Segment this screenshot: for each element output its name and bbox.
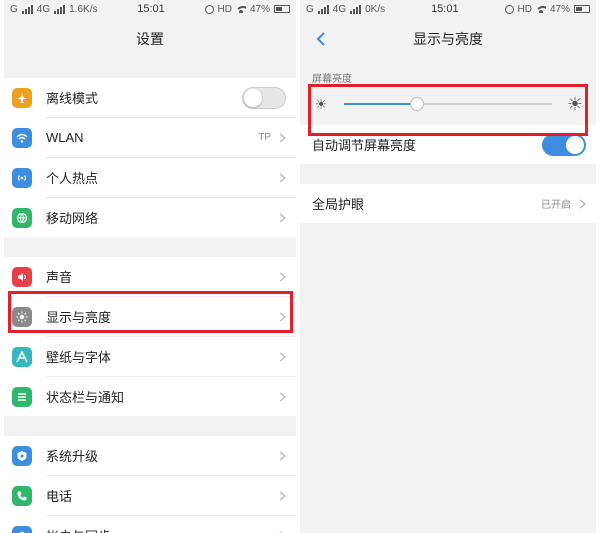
battery-icon	[273, 5, 290, 13]
settings-item-label: WLAN	[46, 130, 84, 145]
brightness-slider[interactable]	[344, 94, 552, 114]
settings-item-label: 移动网络	[46, 211, 99, 226]
account-icon	[12, 525, 32, 533]
settings-group: 声音显示与亮度壁纸与字体状态栏与通知	[4, 257, 296, 416]
phone-icon	[12, 485, 32, 506]
settings-group: 离线模式 WLAN TP 个人热点移动网络	[4, 78, 296, 237]
settings-item-label: 电话	[46, 489, 73, 504]
settings-item[interactable]: 系统升级	[4, 436, 296, 475]
hd-indicator: HD	[217, 3, 232, 15]
hd-indicator: HD	[517, 3, 532, 15]
update-icon	[12, 445, 32, 466]
settings-item[interactable]: 壁纸与字体	[4, 337, 296, 376]
signal-icon	[21, 4, 33, 14]
settings-screen: G 4G 1.6K/s 15:01 HD 47% 设置 离线模式 WLAN TP 个人…	[4, 0, 296, 533]
chevron-right-icon	[279, 351, 286, 362]
chevron-right-icon	[279, 172, 286, 183]
settings-item-label: 帐户与同步	[46, 526, 279, 533]
settings-item[interactable]: 移动网络	[4, 198, 296, 237]
chevron-right-icon	[579, 198, 586, 209]
chevron-right-icon	[279, 391, 286, 402]
wifi-icon	[12, 127, 32, 148]
status-bar: G 4G 1.6K/s 15:01 HD 47%	[4, 0, 296, 18]
airplane-mode-toggle[interactable]	[242, 86, 286, 109]
speaker-icon	[12, 266, 32, 287]
wifi-status-icon	[535, 5, 546, 13]
sun-large-icon: ☀	[566, 93, 584, 114]
settings-item[interactable]: 显示与亮度	[4, 297, 296, 336]
signal-icon	[350, 4, 362, 14]
settings-item[interactable]: WLAN TP	[4, 118, 296, 157]
battery-percent: 47%	[249, 3, 270, 15]
brightness-icon	[12, 306, 32, 327]
settings-item-label: 显示与亮度	[46, 310, 112, 325]
signal-icon	[317, 4, 329, 14]
chevron-left-icon	[316, 32, 325, 46]
wifi-status-icon	[235, 5, 246, 13]
network-speed: 1.6K/s	[69, 3, 98, 15]
auto-brightness-row[interactable]: 自动调节屏幕亮度	[300, 125, 596, 164]
chevron-right-icon	[279, 311, 286, 322]
chevron-right-icon	[279, 132, 286, 143]
chevron-right-icon	[279, 450, 286, 461]
alarm-icon	[504, 4, 514, 14]
wallpaper-icon	[12, 346, 32, 367]
eye-care-row[interactable]: 全局护眼 已开启	[300, 184, 596, 223]
display-brightness-screen: G 4G 0K/s 15:01 HD 47% 显示与亮度 屏幕亮度 ☀ ☀ 自动…	[300, 0, 596, 533]
settings-item-label: 系统升级	[46, 449, 99, 464]
back-button[interactable]	[308, 26, 334, 52]
auto-brightness-label: 自动调节屏幕亮度	[312, 138, 417, 153]
settings-item[interactable]: 电话	[4, 476, 296, 515]
chevron-right-icon	[279, 271, 286, 282]
settings-item-label: 壁纸与字体	[46, 350, 112, 365]
airplane-icon	[12, 87, 32, 108]
network-type: 4G	[332, 3, 347, 15]
settings-item[interactable]: 离线模式	[4, 78, 296, 117]
slider-thumb[interactable]	[409, 97, 424, 111]
settings-list: 离线模式 WLAN TP 个人热点 移动网络 声音 显示与亮度 壁纸与字体 状态栏与通知 系统升级…	[4, 78, 296, 533]
brightness-control: ☀ ☀	[300, 84, 596, 124]
settings-item[interactable]: 声音	[4, 257, 296, 296]
page-title-text: 设置	[136, 31, 164, 47]
sun-small-icon: ☀	[314, 95, 328, 112]
settings-item-value: TP	[258, 132, 271, 143]
globe-icon	[12, 207, 32, 228]
settings-item-label: 状态栏与通知	[46, 390, 125, 405]
alarm-icon	[204, 4, 214, 14]
settings-item-label: 个人热点	[46, 171, 99, 186]
page-title: 显示与亮度	[300, 18, 596, 60]
page-title: 设置	[4, 18, 296, 60]
auto-brightness-toggle[interactable]	[542, 133, 586, 156]
carrier-text: G	[10, 3, 18, 15]
notification-icon	[12, 386, 32, 407]
chevron-right-icon	[279, 212, 286, 223]
settings-item-label: 离线模式	[46, 91, 99, 106]
carrier-text: G	[306, 3, 314, 15]
eye-care-value: 已开启	[541, 200, 571, 211]
network-type: 4G	[36, 3, 51, 15]
signal-icon	[54, 4, 66, 14]
settings-group: 系统升级电话帐户与同步	[4, 436, 296, 533]
status-time: 15:01	[137, 3, 165, 15]
hotspot-icon	[12, 167, 32, 188]
network-speed: 0K/s	[365, 3, 386, 15]
eye-care-label: 全局护眼	[312, 197, 365, 212]
settings-item[interactable]: 个人热点	[4, 158, 296, 197]
status-time: 15:01	[431, 3, 459, 15]
battery-icon	[573, 5, 590, 13]
chevron-right-icon	[279, 490, 286, 501]
status-bar: G 4G 0K/s 15:01 HD 47%	[300, 0, 596, 18]
settings-item-label: 声音	[46, 270, 73, 285]
settings-item[interactable]: 状态栏与通知	[4, 377, 296, 416]
page-title-text: 显示与亮度	[413, 31, 483, 47]
brightness-section-title: 屏幕亮度	[312, 74, 352, 85]
settings-item[interactable]: 帐户与同步	[4, 516, 296, 533]
battery-percent: 47%	[549, 3, 570, 15]
